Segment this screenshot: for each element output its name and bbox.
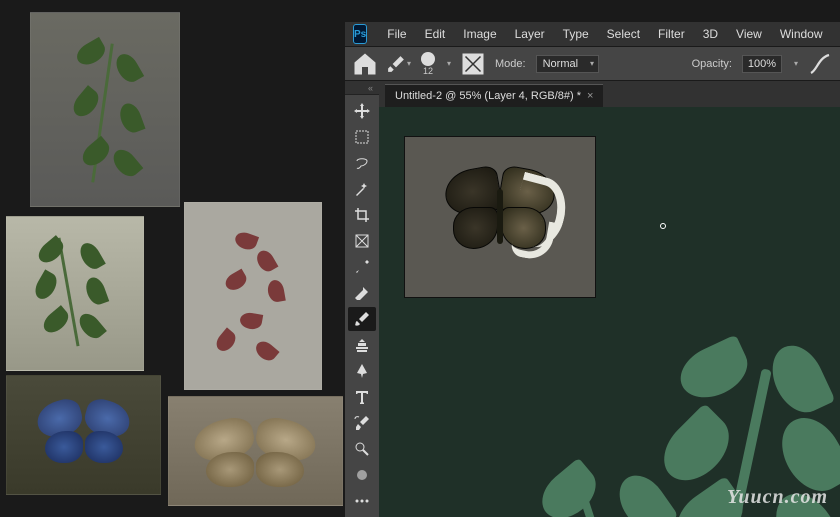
menu-filter[interactable]: Filter [650, 23, 693, 45]
eyedropper-tool[interactable] [348, 255, 376, 279]
tool-preset-button[interactable]: ▾ [387, 52, 411, 76]
chevron-down-icon: ▾ [407, 59, 411, 68]
more-tools[interactable] [348, 489, 376, 513]
menu-edit[interactable]: Edit [417, 23, 454, 45]
app-logo-icon[interactable]: Ps [353, 24, 367, 44]
menu-window[interactable]: Window [772, 23, 831, 45]
magic-wand-tool[interactable] [348, 177, 376, 201]
frame-tool[interactable] [348, 229, 376, 253]
crop-tool[interactable] [348, 203, 376, 227]
lasso-tool[interactable] [348, 151, 376, 175]
brush-size-label: 12 [423, 66, 433, 76]
menu-file[interactable]: File [379, 23, 414, 45]
mode-value: Normal [543, 58, 578, 70]
menu-image[interactable]: Image [455, 23, 504, 45]
mode-label: Mode: [495, 58, 526, 70]
home-icon [353, 52, 377, 76]
pen-tool[interactable] [348, 359, 376, 383]
dodge-tool[interactable] [348, 437, 376, 461]
toolbar-collapse-button[interactable]: « [345, 81, 379, 95]
menu-view[interactable]: View [728, 23, 770, 45]
brush-preview-button[interactable]: 12 [421, 52, 435, 76]
marquee-tool[interactable] [348, 125, 376, 149]
chevron-down-icon: ▾ [590, 59, 594, 68]
menu-type[interactable]: Type [555, 23, 597, 45]
document-area: Untitled-2 @ 55% (Layer 4, RGB/8#) * × [379, 81, 840, 517]
gradient-tool[interactable] [348, 463, 376, 487]
document-tab-bar: Untitled-2 @ 55% (Layer 4, RGB/8#) * × [379, 81, 840, 107]
opacity-input[interactable] [742, 55, 782, 73]
menu-layer[interactable]: Layer [507, 23, 553, 45]
reference-image-leaves-1 [30, 12, 180, 207]
type-tool[interactable] [348, 385, 376, 409]
reference-image-leaves-2 [6, 216, 144, 371]
watermark-text: Yuucn.com [727, 486, 828, 509]
canvas[interactable] [379, 107, 840, 517]
chevron-down-icon[interactable]: ▾ [794, 59, 798, 68]
brush-settings-button[interactable] [461, 52, 485, 76]
document-tab[interactable]: Untitled-2 @ 55% (Layer 4, RGB/8#) * × [385, 84, 603, 107]
brush-dot-icon [421, 52, 435, 66]
eraser-tool[interactable] [348, 281, 376, 305]
brush-icon [387, 55, 405, 73]
document-tab-title: Untitled-2 @ 55% (Layer 4, RGB/8#) * [395, 90, 581, 102]
chevron-down-icon[interactable]: ▾ [447, 59, 451, 68]
photoshop-window: Ps File Edit Image Layer Type Select Fil… [345, 22, 840, 517]
desktop-reference-area [0, 0, 345, 517]
home-button[interactable] [353, 52, 377, 76]
brush-tool[interactable] [348, 307, 376, 331]
clone-stamp-tool[interactable] [348, 333, 376, 357]
pressure-opacity-button[interactable] [808, 52, 832, 76]
brush-cursor-icon [660, 223, 666, 229]
reference-image-blue-butterfly [6, 375, 161, 495]
move-tool[interactable] [348, 99, 376, 123]
menu-3d[interactable]: 3D [695, 23, 726, 45]
menu-help[interactable]: Help [833, 23, 840, 45]
collapse-icon: « [368, 83, 373, 93]
tools-panel [345, 95, 379, 517]
blend-mode-select[interactable]: Normal ▾ [536, 55, 599, 73]
pen-pressure-icon [808, 52, 832, 76]
menu-bar: Ps File Edit Image Layer Type Select Fil… [345, 22, 840, 47]
reference-image-red-leaves [184, 202, 322, 390]
history-brush-tool[interactable] [348, 411, 376, 435]
options-bar: ▾ 12 ▾ Mode: Normal ▾ Opacity: ▾ [345, 47, 840, 81]
brush-panel-icon [461, 52, 485, 76]
menu-select[interactable]: Select [599, 23, 648, 45]
butterfly-artwork [435, 159, 565, 269]
close-icon[interactable]: × [587, 90, 593, 102]
opacity-label: Opacity: [692, 58, 732, 70]
artboard-layer [405, 137, 595, 297]
reference-image-moth [168, 396, 343, 506]
